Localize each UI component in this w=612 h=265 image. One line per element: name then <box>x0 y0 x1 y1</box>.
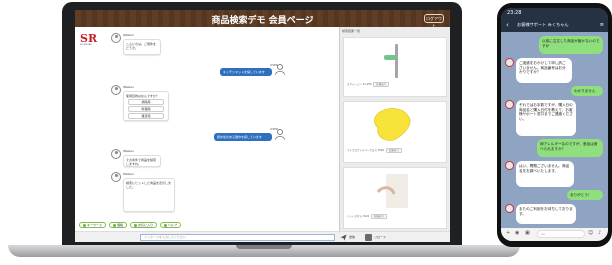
phone-message-input[interactable]: Aa <box>537 230 585 238</box>
product-price: ¥580 <box>377 149 385 152</box>
towel-image <box>364 172 424 210</box>
company-logo: S R SOLUTIONS <box>80 32 98 48</box>
bot-name: Watson <box>123 33 135 37</box>
line-message-out: 卵アレルギーなのですが、食品は食べられますか？ <box>537 139 603 157</box>
laptop-screen: 商品検索デモ 会員ページ ログアウト S R SOLUTIONS Watson … <box>75 10 450 242</box>
dot-icon <box>134 223 138 227</box>
send-icon[interactable] <box>340 234 347 241</box>
line-bot-avatar-icon <box>505 204 514 213</box>
mic-icon[interactable]: ♪ <box>598 230 601 236</box>
quick-reply-button[interactable]: キーワード <box>79 222 107 228</box>
bot-avatar-icon <box>111 85 121 95</box>
product-name: ハンドタオル <box>347 215 363 218</box>
bot-message: 検索にヒットした商品を表示しました。 <box>123 178 175 212</box>
quick-reply-bar: キーワード 価格 お気に入り ヘルプ <box>79 222 182 228</box>
quick-reply-button[interactable]: 価格 <box>109 222 128 228</box>
plus-icon[interactable]: + <box>506 230 510 236</box>
product-name: マイクロファイバークロス <box>347 149 377 152</box>
emoji-icon[interactable]: ☺ <box>588 230 593 236</box>
back-icon[interactable]: ‹ <box>506 18 509 32</box>
phone-nav-bar: ‹ お客様サポート みくちゃん ≡ <box>501 18 608 32</box>
bot-avatar-icon <box>111 172 121 182</box>
quick-reply-label: 価格 <box>117 223 124 227</box>
product-card[interactable]: スクイージー ¥1,280 在庫あり <box>343 37 447 97</box>
line-bot-avatar-icon <box>505 161 514 170</box>
phone-status-bar: 23:28 <box>501 8 608 18</box>
product-price: ¥1,280 <box>362 83 372 86</box>
menu-icon[interactable]: ≡ <box>600 18 604 32</box>
user-icon <box>275 64 285 75</box>
bot-avatar-icon <box>111 149 121 159</box>
squeegee-image <box>364 42 424 80</box>
message-input[interactable]: メッセージを入力してください <box>140 234 335 241</box>
app-header: 商品検索デモ 会員ページ ログアウト <box>75 10 450 28</box>
logout-button[interactable]: ログアウト <box>424 14 444 28</box>
product-card[interactable]: ハンドタオル ¥420 在庫あり <box>343 167 447 229</box>
user-message: 撥水性のある雑巾を探しています <box>214 133 272 141</box>
line-bot-avatar-icon <box>505 58 514 67</box>
app-title: 商品検索デモ 会員ページ <box>211 16 314 26</box>
choice-button[interactable]: 掃除用 <box>128 99 164 105</box>
bot-avatar-icon <box>111 33 121 43</box>
reload-icon[interactable] <box>365 234 372 241</box>
laptop-notch <box>236 245 292 249</box>
product-meta: ハンドタオル ¥420 在庫あり <box>347 214 445 219</box>
quick-reply-button[interactable]: ヘルプ <box>160 222 182 228</box>
phone-chat-title: お客様サポート みくちゃん <box>517 22 569 27</box>
product-pane: 検索結果一覧 スクイージー ¥1,280 在庫あり マイクロファイバークロス ¥… <box>339 27 450 231</box>
line-message-in: それではお手数ですが、購入日の商品名と購入日付を教えて、お客様サポート窓口までご… <box>516 100 576 136</box>
pane-title: 検索結果一覧 <box>342 29 361 33</box>
dot-icon <box>83 223 86 227</box>
chat-pane: S R SOLUTIONS Watson こんにちは。ご用件をどうぞ。 USER… <box>75 27 337 217</box>
line-message-in: はい、問題ございません。商品名をお調べいたします。 <box>516 161 574 187</box>
page: 商品検索デモ 会員ページ ログアウト S R SOLUTIONS Watson … <box>0 0 612 265</box>
line-message-in: ご迷惑をおかけして申し訳ございません。商品番号はお分かりですか？ <box>516 58 572 83</box>
phone-time: 23:28 <box>507 10 522 16</box>
quick-reply-label: お気に入り <box>138 223 154 227</box>
product-meta: スクイージー ¥1,280 在庫あり <box>347 82 445 87</box>
bot-message: こんにちは。ご用件をどうぞ。 <box>123 39 161 55</box>
bot-choice-card: 使用目的はなんですか？ 掃除用 料理用 雑貨用 <box>123 91 169 121</box>
dot-icon <box>164 223 168 227</box>
dot-icon <box>113 223 117 227</box>
cloth-image <box>364 106 424 144</box>
stock-tag: 在庫あり <box>370 214 387 219</box>
quick-reply-label: ヘルプ <box>168 223 178 227</box>
choice-button[interactable]: 料理用 <box>128 106 164 112</box>
line-message-out: 以前に注文した商品が届かないのですが <box>539 36 603 54</box>
choice-button[interactable]: 雑貨用 <box>128 113 164 119</box>
reload-button[interactable]: リロード <box>374 234 394 241</box>
image-icon[interactable]: ▣ <box>525 230 530 236</box>
stock-tag: 在庫あり <box>373 82 390 87</box>
product-price: ¥420 <box>362 215 370 218</box>
line-message-in: またのご利用をお待ちしております。 <box>516 204 576 224</box>
stock-tag: 在庫あり <box>385 148 402 153</box>
line-message-out: わかりません <box>571 86 603 96</box>
camera-icon[interactable]: ◉ <box>515 230 519 236</box>
input-bar: メッセージを入力してください 送信 リロード <box>75 231 450 242</box>
bot-name: Watson <box>123 149 135 153</box>
phone-input-bar: + ◉ ▣ Aa ☺ ♪ <box>501 228 608 241</box>
user-icon <box>275 129 285 140</box>
user-message: キッチンマットを探しています <box>220 68 272 76</box>
quick-reply-label: キーワード <box>87 223 103 227</box>
quick-reply-button[interactable]: お気に入り <box>130 222 158 228</box>
product-meta: マイクロファイバークロス ¥580 在庫あり <box>347 148 445 153</box>
line-message-out: ありがとう！ <box>567 190 603 200</box>
bot-message: 使用目的はなんですか？ <box>126 94 159 98</box>
line-bot-avatar-icon <box>505 100 514 109</box>
send-button[interactable]: 送信 <box>349 234 363 241</box>
product-name: スクイージー <box>347 83 362 86</box>
product-card[interactable]: マイクロファイバークロス ¥580 在庫あり <box>343 101 447 163</box>
bot-name: Watson <box>123 172 135 176</box>
bot-message: その条件で商品を検索しますね。 <box>123 155 161 167</box>
phone-screen: 23:28 ‹ お客様サポート みくちゃん ≡ 以前に注文した商品が届かないので… <box>501 8 608 241</box>
logo-subtitle: SOLUTIONS <box>80 44 92 46</box>
bot-name: Watson <box>123 85 135 89</box>
